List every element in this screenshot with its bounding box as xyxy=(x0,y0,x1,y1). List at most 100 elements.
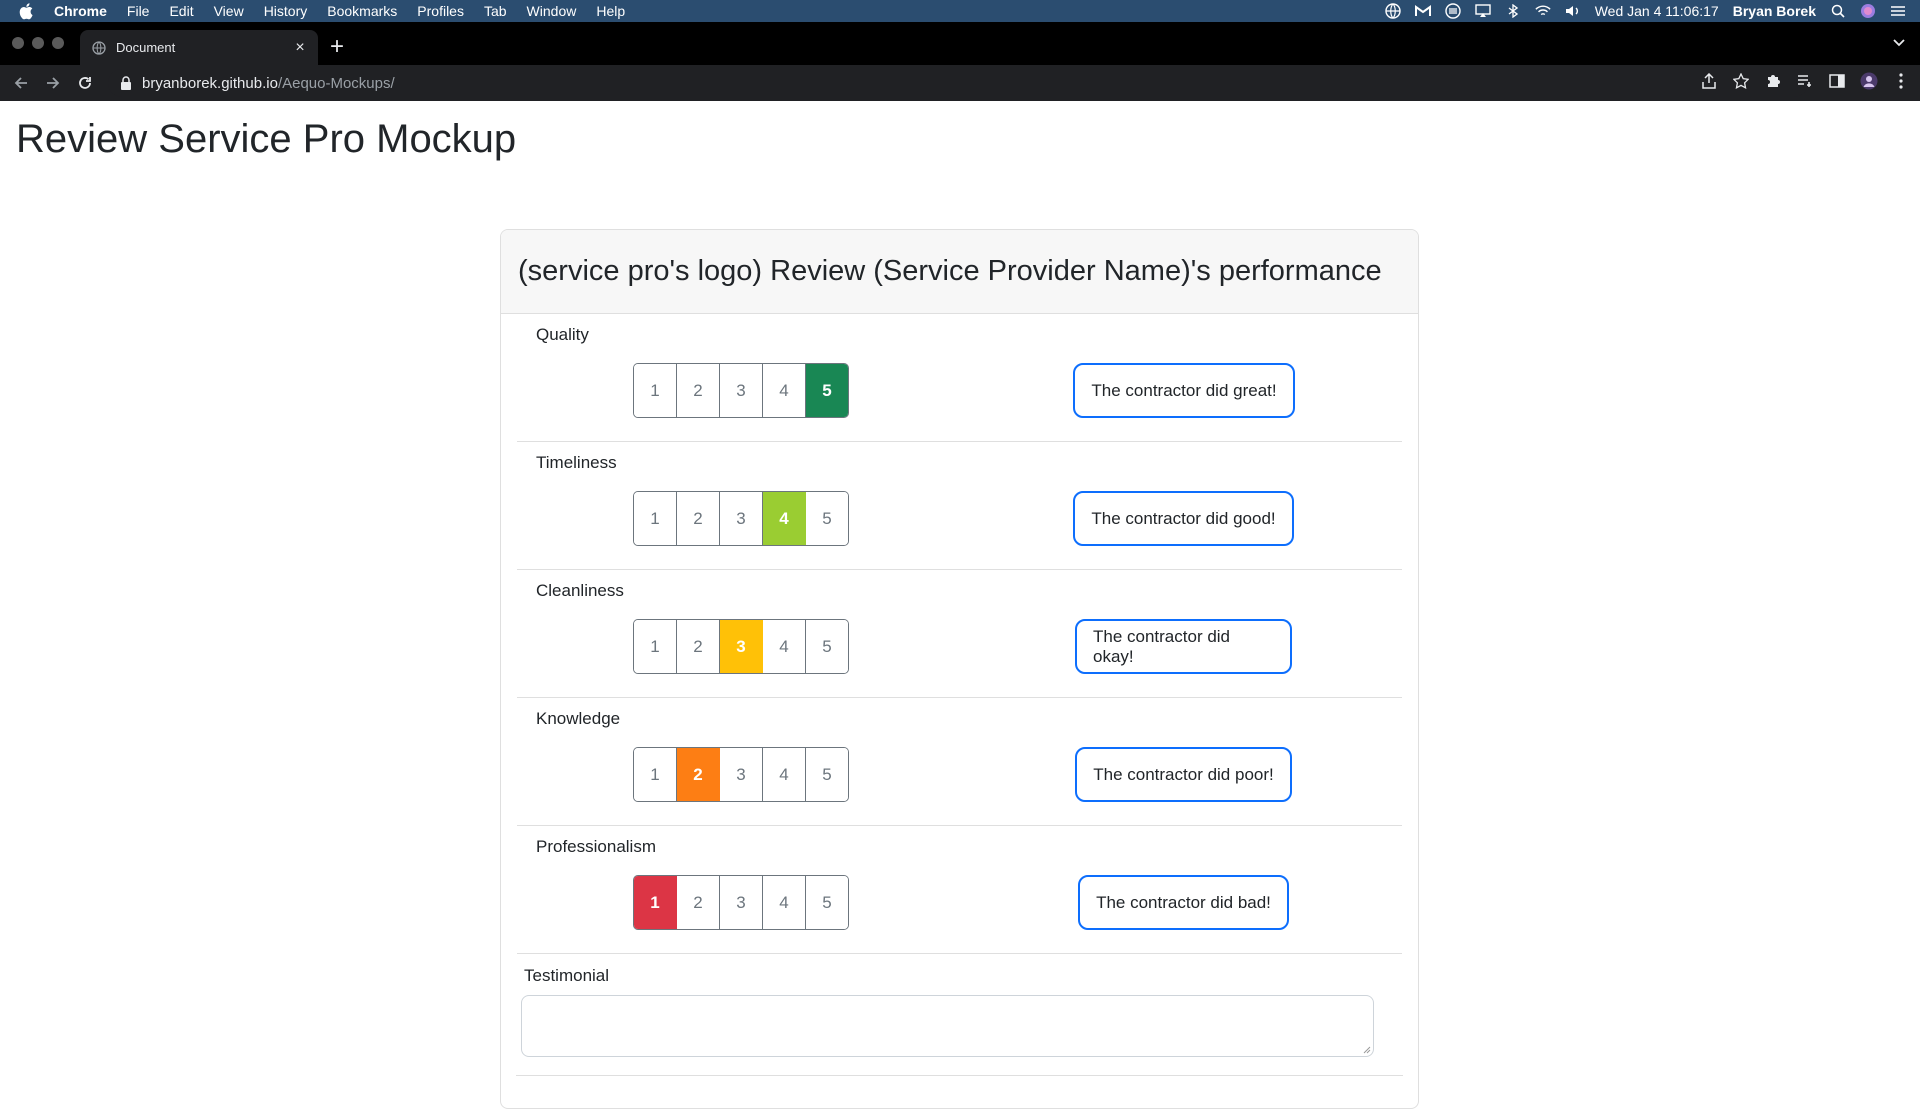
resize-grip-icon[interactable] xyxy=(1361,1044,1371,1054)
browser-toolbar: bryanborek.github.io/Aequo-Mockups/ xyxy=(0,65,1920,101)
rating-option-4[interactable]: 4 xyxy=(763,364,806,417)
menubar-clock[interactable]: Wed Jan 4 11:06:17 xyxy=(1595,3,1719,19)
menu-view[interactable]: View xyxy=(214,3,244,19)
testimonial-textarea[interactable] xyxy=(521,995,1374,1057)
volume-icon[interactable] xyxy=(1565,4,1581,18)
rating-comment-bubble: The contractor did great! xyxy=(1073,363,1295,418)
page-title: Review Service Pro Mockup xyxy=(16,117,517,161)
rating-option-2[interactable]: 2 xyxy=(677,364,720,417)
rating-option-2[interactable]: 2 xyxy=(677,492,720,545)
rating-group: 1 2 3 4 5 xyxy=(633,619,849,674)
bookmark-star-icon[interactable] xyxy=(1732,72,1750,90)
address-bar[interactable]: bryanborek.github.io/Aequo-Mockups/ xyxy=(108,69,1808,97)
reload-icon[interactable] xyxy=(74,72,96,94)
rating-option-3[interactable]: 3 xyxy=(720,876,763,929)
rating-option-1[interactable]: 1 xyxy=(634,620,677,673)
rating-label: Cleanliness xyxy=(536,581,624,600)
rating-comment-bubble: The contractor did bad! xyxy=(1078,875,1289,930)
menubar-user-name[interactable]: Bryan Borek xyxy=(1733,3,1816,19)
rating-row-quality: Quality 1 2 3 4 5 The contractor did gre… xyxy=(517,314,1402,442)
menu-window[interactable]: Window xyxy=(527,3,577,19)
macos-menu-bar: Chrome File Edit View History Bookmarks … xyxy=(0,0,1920,22)
menu-app-chrome[interactable]: Chrome xyxy=(54,3,107,19)
rating-row-professionalism: Professionalism 1 2 3 4 5 The contractor… xyxy=(517,826,1402,954)
rating-label: Professionalism xyxy=(536,837,656,856)
lock-icon[interactable] xyxy=(120,76,132,90)
menu-edit[interactable]: Edit xyxy=(169,3,193,19)
rating-option-1[interactable]: 1 xyxy=(634,364,677,417)
url-path: /Aequo-Mockups/ xyxy=(277,74,395,92)
forward-arrow-icon[interactable] xyxy=(42,72,64,94)
mail-circle-icon[interactable] xyxy=(1445,3,1461,19)
rating-option-5[interactable]: 5 xyxy=(806,876,848,929)
share-icon[interactable] xyxy=(1700,72,1718,90)
minimize-window-button[interactable] xyxy=(32,37,44,49)
close-tab-icon[interactable]: × xyxy=(290,39,310,57)
extensions-puzzle-icon[interactable] xyxy=(1764,72,1782,90)
tab-search-chevron-icon[interactable] xyxy=(1892,38,1906,48)
rating-option-3[interactable]: 3 xyxy=(720,748,763,801)
rating-option-4[interactable]: 4 xyxy=(763,748,806,801)
rating-comment-bubble: The contractor did poor! xyxy=(1075,747,1292,802)
rating-option-4[interactable]: 4 xyxy=(763,620,806,673)
rating-option-1[interactable]: 1 xyxy=(634,492,677,545)
globe-icon[interactable] xyxy=(1385,3,1401,19)
menu-help[interactable]: Help xyxy=(596,3,625,19)
gmail-icon[interactable] xyxy=(1414,4,1431,18)
reading-list-icon[interactable] xyxy=(1796,72,1814,90)
menu-history[interactable]: History xyxy=(264,3,308,19)
rating-option-1[interactable]: 1 xyxy=(634,748,677,801)
rating-comment-bubble: The contractor did okay! xyxy=(1075,619,1292,674)
rating-option-4[interactable]: 4 xyxy=(763,876,806,929)
rating-option-3[interactable]: 3 xyxy=(720,492,763,545)
rating-option-4[interactable]: 4 xyxy=(763,492,806,545)
spotlight-search-icon[interactable] xyxy=(1830,4,1846,18)
menu-file[interactable]: File xyxy=(127,3,150,19)
rating-option-3[interactable]: 3 xyxy=(720,364,763,417)
rating-option-5[interactable]: 5 xyxy=(806,492,848,545)
rating-option-5[interactable]: 5 xyxy=(806,620,848,673)
rating-option-5[interactable]: 5 xyxy=(806,748,848,801)
rating-label: Quality xyxy=(536,325,589,344)
rating-option-5[interactable]: 5 xyxy=(806,364,848,417)
rating-group: 1 2 3 4 5 xyxy=(633,875,849,930)
menu-bookmarks[interactable]: Bookmarks xyxy=(327,3,397,19)
apple-icon[interactable] xyxy=(18,2,36,20)
profile-avatar-icon[interactable] xyxy=(1860,72,1878,90)
bluetooth-icon[interactable] xyxy=(1505,4,1521,18)
siri-icon[interactable] xyxy=(1860,4,1876,18)
side-panel-icon[interactable] xyxy=(1828,72,1846,90)
control-center-icon[interactable] xyxy=(1890,4,1906,18)
rating-label: Knowledge xyxy=(536,709,621,728)
more-menu-icon[interactable] xyxy=(1892,72,1910,90)
rating-option-2[interactable]: 2 xyxy=(677,620,720,673)
review-card: (service pro's logo) Review (Service Pro… xyxy=(500,229,1419,1109)
wifi-icon[interactable] xyxy=(1535,4,1551,18)
rating-option-3[interactable]: 3 xyxy=(720,620,763,673)
menu-profiles[interactable]: Profiles xyxy=(417,3,464,19)
window-controls xyxy=(12,37,64,49)
rating-group: 1 2 3 4 5 xyxy=(633,491,849,546)
menu-tab[interactable]: Tab xyxy=(484,3,507,19)
toolbar-actions xyxy=(1700,72,1910,90)
globe-favicon-icon xyxy=(92,40,106,55)
rating-row-knowledge: Knowledge 1 2 3 4 5 The contractor did p… xyxy=(517,698,1402,826)
rating-option-2[interactable]: 2 xyxy=(677,748,720,801)
rating-label: Timeliness xyxy=(536,453,617,472)
rating-group: 1 2 3 4 5 xyxy=(633,363,849,418)
close-window-button[interactable] xyxy=(12,37,24,49)
tab-title: Document xyxy=(116,40,176,55)
rating-option-1[interactable]: 1 xyxy=(634,876,677,929)
rating-row-cleanliness: Cleanliness 1 2 3 4 5 The contractor did… xyxy=(517,570,1402,698)
new-tab-icon[interactable]: + xyxy=(330,35,344,59)
section-divider xyxy=(516,1075,1403,1076)
rating-group: 1 2 3 4 5 xyxy=(633,747,849,802)
browser-tab-active[interactable]: Document × xyxy=(80,30,318,65)
rating-row-timeliness: Timeliness 1 2 3 4 5 The contractor did … xyxy=(517,442,1402,570)
testimonial-label: Testimonial xyxy=(524,966,610,985)
airplay-icon[interactable] xyxy=(1475,4,1491,18)
url-host: bryanborek.github.io xyxy=(142,74,278,92)
rating-option-2[interactable]: 2 xyxy=(677,876,720,929)
zoom-window-button[interactable] xyxy=(52,37,64,49)
back-arrow-icon[interactable] xyxy=(10,72,32,94)
